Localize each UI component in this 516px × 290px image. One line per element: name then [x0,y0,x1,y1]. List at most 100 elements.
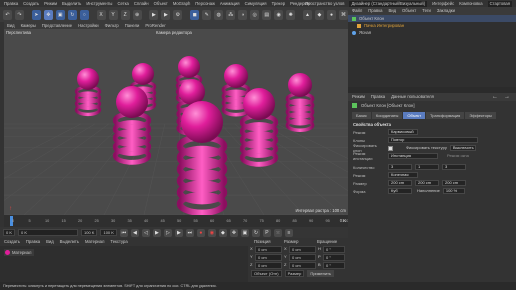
position-key-icon[interactable]: ✥ [229,228,238,237]
menu-item[interactable]: Инструменты [86,1,112,7]
coord-position-field[interactable]: 0 cm [255,261,282,269]
mode2-select[interactable]: Конечная [388,172,418,178]
redo-icon[interactable]: ↷ [15,9,24,20]
size-z[interactable]: 200 cm [442,180,466,186]
count-z[interactable]: 3 [442,164,466,170]
viewport[interactable]: Перспектива Камера редактора Интервал ра… [4,29,348,215]
coord-size-field[interactable]: 0 cm [289,253,316,261]
tab-coords[interactable]: Координаты [371,112,403,119]
object-row[interactable]: Объект Клон [348,15,516,22]
axis-y-icon[interactable]: Y [108,9,118,20]
menu-item[interactable]: Сплайн [134,1,149,7]
spring-clone[interactable] [176,101,228,215]
start-frame-field[interactable]: 0 K [3,229,16,236]
forward-arrow-icon[interactable]: → [504,94,516,100]
coord-position-field[interactable]: 0 cm [255,245,282,253]
record-icon[interactable]: ● [196,228,205,237]
light-icon[interactable]: ✺ [286,9,296,20]
vp-menu-item[interactable]: Представление [42,23,72,29]
move-tool-icon[interactable]: ✥ [43,9,53,20]
tab-object[interactable]: Объект [403,112,426,119]
tab-basic[interactable]: Базис [352,112,371,119]
fill-field[interactable]: 100 % [442,188,465,194]
mat-menu-item[interactable]: Выделить [60,239,79,245]
clones-select[interactable]: Повтор [388,137,478,143]
axis-z-icon[interactable]: Z [120,9,130,20]
mat-menu-item[interactable]: Текстура [110,239,127,245]
spring-clone[interactable] [74,68,102,117]
count-y[interactable]: 1 [415,164,439,170]
spring-clone[interactable] [239,88,279,167]
instance-mode-select[interactable]: Инстанция [388,153,438,159]
mat-menu-item[interactable]: Материал [85,239,104,245]
timeline-menu-icon[interactable]: ≡ [284,228,293,237]
prev-frame-icon[interactable]: ◁ [141,228,150,237]
select-tool-icon[interactable]: ➤ [31,9,41,20]
subdivision-icon[interactable]: ◍ [214,9,224,20]
cube-icon[interactable]: ◼ [190,9,200,20]
coord-rotation-field[interactable]: 0 ° [323,245,345,253]
shape-select[interactable]: Куб [388,188,412,194]
deformer-icon[interactable]: ◑ [238,9,248,20]
last-frame-icon[interactable]: ⏭ [185,228,194,237]
attr-menu-item[interactable]: Режим [352,94,365,100]
vp-menu-item[interactable]: ProRender [145,23,165,29]
menu-item[interactable]: Трекер [272,1,286,7]
object-row[interactable]: Ясная [348,29,516,36]
scale-key-icon[interactable]: ▣ [240,228,249,237]
mat-menu-item[interactable]: Правка [26,239,40,245]
node-space-select[interactable]: Дизайнер (Стандартный/Визуальный) [349,0,428,7]
render-view-icon[interactable]: ▶ [149,9,159,20]
obj-menu-item[interactable]: Объект [402,8,416,14]
back-arrow-icon[interactable]: ← [492,94,498,100]
coord-position-field[interactable]: 0 cm [255,253,282,261]
menu-item[interactable]: Сетка [117,1,128,7]
menu-item[interactable]: Создать [23,1,39,7]
array-icon[interactable]: ⁂ [226,9,236,20]
pen-icon[interactable]: ✎ [202,9,212,20]
fix-texture-select[interactable]: Выключить [449,145,476,151]
coord-system-icon[interactable]: ⊕ [132,9,142,20]
spring-clone[interactable] [112,86,152,165]
vp-menu-item[interactable]: Фильтр [105,23,119,29]
undo-icon[interactable]: ↶ [3,9,12,20]
preview-end-field[interactable]: 100 K [81,229,98,236]
coord-size-field[interactable]: 0 cm [289,261,316,269]
point-mode-icon[interactable]: ● [326,9,336,20]
menu-item[interactable]: Правка [4,1,18,7]
vp-menu-item[interactable]: Камеры [21,23,36,29]
size-y[interactable]: 200 cm [415,180,439,186]
grid-key-icon[interactable]: ⁙ [273,228,282,237]
menu-item[interactable]: Режим [44,1,57,7]
timeline[interactable]: 0 5 10 15 20 25 30 35 40 45 50 55 60 65 70 75 80 85 90 95 10… [4,215,348,227]
axis-x-icon[interactable]: X [96,9,106,20]
field-icon[interactable]: ◎ [250,9,260,20]
vp-menu-item[interactable]: Вид [7,23,15,29]
next-key-icon[interactable]: ▶ [174,228,183,237]
preview-start-field[interactable]: 0 K [18,229,79,236]
play-icon[interactable]: ▶ [152,228,161,237]
rotate-tool-icon[interactable]: ↻ [67,9,77,20]
edge-mode-icon[interactable]: ◆ [314,9,324,20]
obj-menu-item[interactable]: Вид [388,8,396,14]
menu-item[interactable]: MoGraph [173,1,190,7]
coord-size-field[interactable]: 0 cm [289,245,316,253]
menu-item[interactable]: Анимация [220,1,240,7]
menu-item[interactable]: Персонаж [195,1,215,7]
coord-size-select[interactable]: Размер [284,270,305,277]
param-key-icon[interactable]: P [262,228,271,237]
prev-key-icon[interactable]: ◀ [130,228,139,237]
mat-menu-item[interactable]: Вид [46,239,54,245]
fix-clone-checkbox[interactable] [388,145,393,151]
vp-menu-item[interactable]: Панели [125,23,140,29]
layout-select[interactable]: Стартовая [487,0,512,7]
mode-select[interactable]: Карвисовый [388,129,418,135]
tab-transform[interactable]: Трансформация [426,112,465,119]
rotation-key-icon[interactable]: ↻ [251,228,260,237]
menu-item[interactable]: Объект [154,1,168,7]
scale-tool-icon[interactable]: ▣ [55,9,65,20]
snap-icon[interactable]: ⌘ [338,9,348,20]
vp-menu-item[interactable]: Настройки [78,23,99,29]
obj-menu-item[interactable]: Правка [368,8,382,14]
apply-button[interactable]: Применить [307,270,334,277]
